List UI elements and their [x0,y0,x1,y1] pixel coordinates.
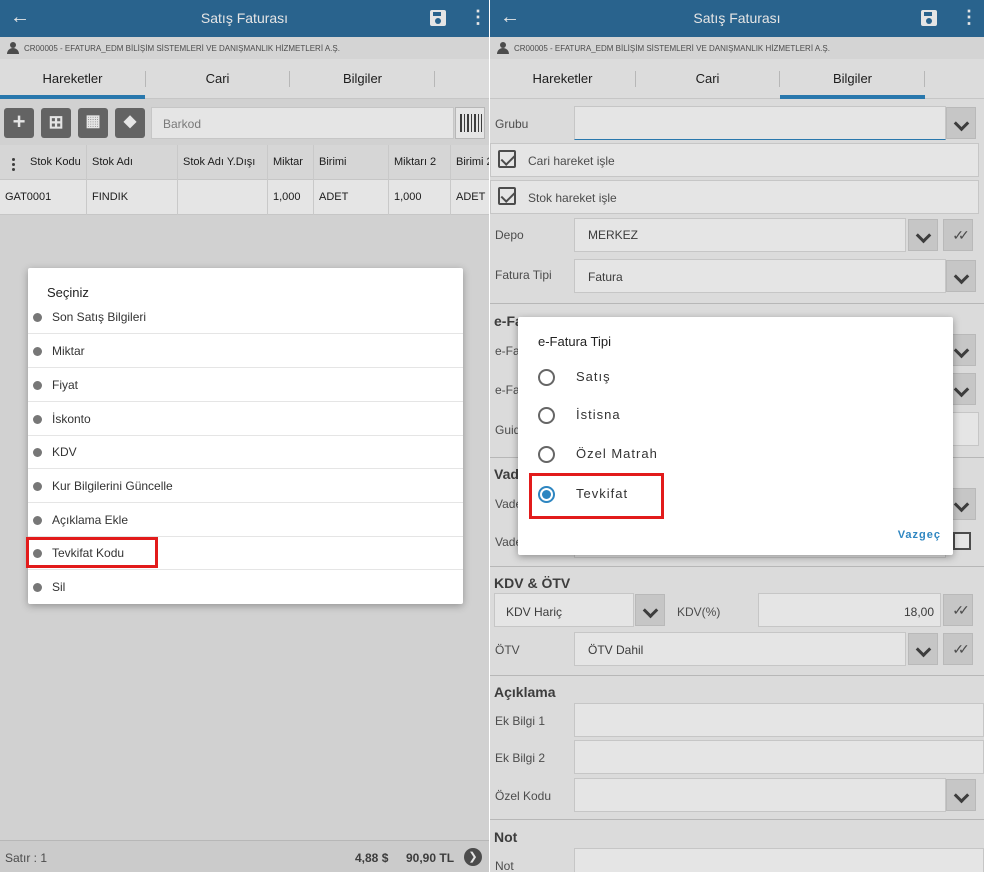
radio-option-satis[interactable]: Satış [518,357,953,396]
option-sil[interactable]: Sil [28,570,463,604]
dialog-title: Seçiniz [47,285,89,300]
option-kur-bilgilerini-guncelle[interactable]: Kur Bilgilerini Güncelle [28,469,463,503]
bullet-icon [33,516,42,525]
left-screen: ← Satış Faturası ⋮ CR00005 - EFATURA_EDM… [0,0,489,872]
option-son-satis-bilgileri[interactable]: Son Satış Bilgileri [28,300,463,334]
bullet-icon [33,583,42,592]
option-miktar[interactable]: Miktar [28,334,463,368]
option-aciklama-ekle[interactable]: Açıklama Ekle [28,503,463,537]
bullet-icon [33,415,42,424]
bullet-icon [33,381,42,390]
bullet-icon [33,482,42,491]
radio-unchecked-icon[interactable] [538,407,555,424]
radio-option-ozel-matrah[interactable]: Özel Matrah [518,434,953,473]
efatura-tipi-dialog: e-Fatura Tipi Satış İstisna Özel Matrah … [518,317,953,555]
radio-option-istisna[interactable]: İstisna [518,395,953,434]
cancel-button[interactable]: Vazgeç [898,529,941,541]
radio-unchecked-icon[interactable] [538,446,555,463]
dialog-title: e-Fatura Tipi [538,334,611,349]
highlight-box [529,473,664,519]
bullet-icon [33,313,42,322]
bullet-icon [33,347,42,356]
highlight-box [26,537,158,568]
option-kdv[interactable]: KDV [28,435,463,469]
bullet-icon [33,448,42,457]
radio-unchecked-icon[interactable] [538,369,555,386]
option-fiyat[interactable]: Fiyat [28,368,463,402]
option-iskonto[interactable]: İskonto [28,402,463,436]
